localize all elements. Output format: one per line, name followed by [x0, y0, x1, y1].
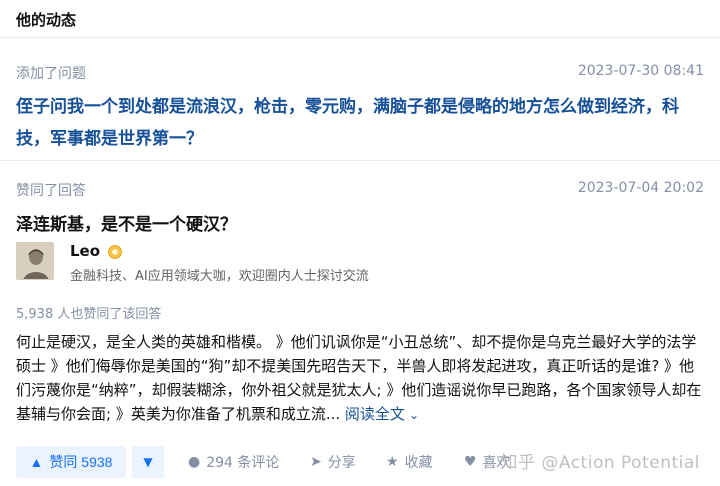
comment-icon: ● — [188, 454, 201, 470]
answer-question-title[interactable]: 泽连斯基，是不是一个硬汉？ — [16, 210, 237, 235]
section-title: 他的动态 — [16, 11, 77, 29]
read-more-link[interactable]: 阅读全文 ⌄ — [345, 405, 419, 423]
share-icon: ➤ — [310, 454, 322, 470]
answer-excerpt[interactable]: 何止是硬汉，是全人类的英雄和楷模。 》他们讥讽你是“小丑总统”、却不提你是乌克兰… — [16, 330, 706, 427]
activity-time: 2023-07-30 08:41 — [577, 63, 704, 79]
author-name[interactable]: Leo — [70, 242, 100, 260]
activity-action: 添加了问题 — [16, 66, 86, 82]
badge-icon — [108, 245, 122, 259]
avatar-image — [17, 243, 53, 279]
read-more-label: 阅读全文 — [344, 405, 405, 423]
divider — [0, 160, 720, 161]
likes-note: 5,938 人也赞同了该回答 — [16, 307, 162, 322]
avatar[interactable] — [16, 242, 54, 280]
share-button[interactable]: ➤ 分享 — [310, 446, 356, 478]
activity-meta: 添加了问题 2023-07-30 08:41 — [0, 63, 720, 85]
downvote-button[interactable]: ▼ — [132, 446, 164, 478]
triangle-up-icon: ▲ — [29, 454, 44, 470]
watermark: 知乎 @Action Potential — [500, 453, 700, 473]
section-header: 他的动态 — [0, 0, 720, 38]
author-bio: 金融科技、AI应用领域大咖，欢迎圈内人士探讨交流 — [70, 269, 369, 284]
favorite-button[interactable]: ★ 收藏 — [386, 446, 433, 478]
activity-upvote-answer: 赞同了回答 2023-07-04 20:02 泽连斯基，是不是一个硬汉？ Leo… — [0, 180, 720, 478]
heart-icon: ♥ — [464, 454, 477, 470]
question-link[interactable]: 侄子问我一个到处都是流浪汉，枪击，零元购，满脑子都是侵略的地方怎么做到经济，科技… — [16, 91, 704, 155]
chevron-down-icon: ⌄ — [408, 408, 419, 422]
comment-button[interactable]: ● 294 条评论 — [188, 446, 279, 478]
activity-add-question: 添加了问题 2023-07-30 08:41 侄子问我一个到处都是流浪汉，枪击，… — [0, 63, 720, 149]
activity-time: 2023-07-04 20:02 — [577, 180, 704, 196]
activity-meta: 赞同了回答 2023-07-04 20:02 — [0, 180, 720, 202]
favorite-icon: ★ — [386, 454, 399, 470]
upvote-button[interactable]: ▲ 赞同 5938 — [16, 446, 126, 478]
share-label: 分享 — [327, 455, 356, 471]
triangle-down-icon: ▼ — [143, 455, 153, 469]
favorite-label: 收藏 — [404, 455, 433, 471]
activity-action: 赞同了回答 — [16, 183, 86, 199]
comment-label: 294 条评论 — [206, 455, 280, 471]
upvote-label: 赞同 5938 — [49, 454, 113, 470]
author-info: Leo 金融科技、AI应用领域大咖，欢迎圈内人士探讨交流 — [16, 242, 704, 288]
